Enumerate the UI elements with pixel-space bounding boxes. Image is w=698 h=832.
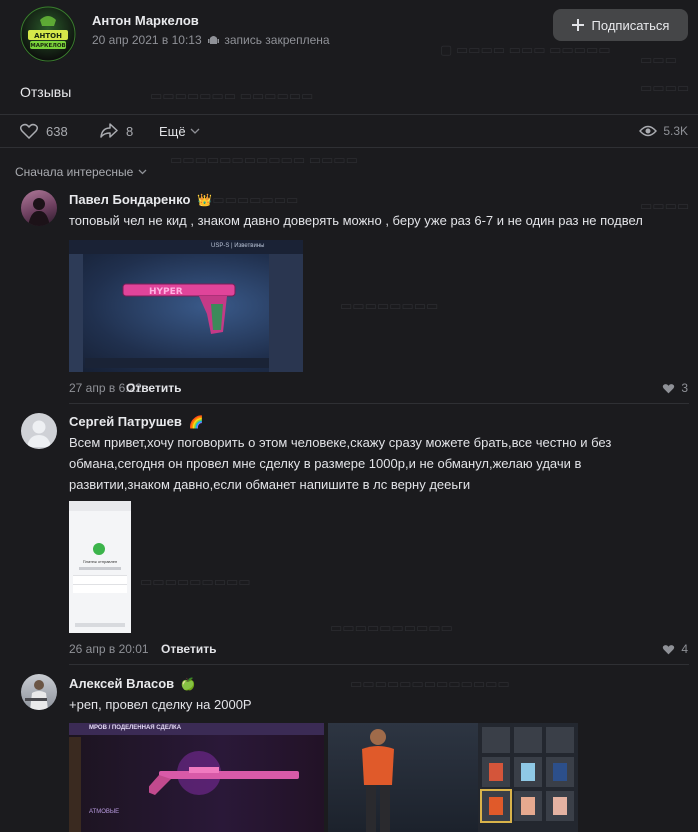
divider xyxy=(0,114,698,115)
logo-icon: АНТОН МАРКЕЛОВ xyxy=(20,6,76,62)
crown-emoji: 👑 xyxy=(197,193,212,207)
comment-text: топовый чел не кид , знаком давно доверя… xyxy=(69,213,643,228)
comment-avatar[interactable] xyxy=(21,190,57,226)
divider xyxy=(69,403,689,404)
like-count: 638 xyxy=(46,123,68,139)
person-photo xyxy=(25,680,48,710)
ghost-text: ▭▭▭▭▭▭▭▭▭▭▭▭▭ xyxy=(350,676,510,691)
rifle-skin-image xyxy=(149,751,299,795)
image-side-label: АТМОВЫЕ xyxy=(89,809,120,815)
subscribe-button[interactable]: Подписаться xyxy=(553,9,688,41)
ghost-text: ▢ ▭▭▭▭ ▭▭▭ ▭▭▭▭▭ xyxy=(440,42,611,57)
more-button[interactable]: Ещё xyxy=(159,122,200,140)
ghost-text: ▭▭▭ xyxy=(640,52,677,67)
author-avatar[interactable]: АНТОН МАРКЕЛОВ xyxy=(20,6,76,62)
rainbow-emoji: 🌈 xyxy=(188,415,204,429)
comment-avatar[interactable] xyxy=(21,674,57,710)
image-header: МРОВ / ПОДЕЛЕННАЯ СДЕЛКА xyxy=(89,725,182,731)
views-count: 5.3K xyxy=(663,124,688,138)
chevron-down-icon xyxy=(138,169,147,175)
comments-sort[interactable]: Сначала интересные xyxy=(15,165,147,179)
comment-text: Всем привет,хочу поговорить о этом челов… xyxy=(69,435,612,492)
comment-avatar[interactable] xyxy=(21,413,57,449)
heart-icon xyxy=(663,644,675,654)
comment-author-name: Павел Бондаренко xyxy=(69,192,191,207)
comment-date[interactable]: 26 апр в 20:01 xyxy=(69,642,149,656)
sticker-text: HYPER xyxy=(149,287,183,297)
reply-button[interactable]: Ответить xyxy=(126,381,181,395)
plus-icon xyxy=(571,19,584,31)
comment-author[interactable]: Алексей Власов 🍏 xyxy=(69,676,196,691)
author-name[interactable]: Антон Маркелов xyxy=(92,13,199,28)
views-counter: 5.3K xyxy=(639,122,688,140)
more-label: Ещё xyxy=(159,123,186,139)
sort-label: Сначала интересные xyxy=(15,165,134,179)
post-meta: 20 апр 2021 в 10:13 запись закреплена xyxy=(92,33,330,48)
default-avatar-icon xyxy=(27,420,51,447)
apple-emoji: 🍏 xyxy=(180,677,196,691)
ghost-text: ▭▭▭▭▭▭▭▭ xyxy=(340,298,439,313)
comment-like-button[interactable]: 3 xyxy=(662,381,688,395)
ghost-text: ▭▭▭▭▭▭▭▭ xyxy=(200,192,299,207)
ghost-text: ▭▭▭▭▭▭▭▭▭▭▭ ▭▭▭▭ xyxy=(170,152,358,167)
share-count: 8 xyxy=(126,123,134,139)
pinned-label: запись закреплена xyxy=(224,33,330,47)
reply-button[interactable]: Ответить xyxy=(161,642,216,656)
comment-like-count: 3 xyxy=(681,381,688,395)
comment-author-name: Алексей Власов xyxy=(69,676,175,691)
person-silhouette xyxy=(28,198,50,226)
comment-like-button[interactable]: 4 xyxy=(662,642,688,656)
ghost-text: ▭▭▭▭▭▭▭▭▭ xyxy=(140,574,251,589)
comment-author[interactable]: Сергей Патрушев 🌈 xyxy=(69,414,203,429)
share-icon xyxy=(100,123,118,138)
android-icon xyxy=(207,35,219,44)
comment-image[interactable] xyxy=(328,723,578,832)
svg-text:АНТОН: АНТОН xyxy=(34,32,62,40)
heart-icon xyxy=(663,383,675,393)
subscribe-label: Подписаться xyxy=(591,17,670,33)
share-button[interactable]: 8 xyxy=(100,122,133,140)
eye-icon xyxy=(639,125,658,137)
chevron-down-icon xyxy=(190,128,200,134)
payment-title: Платеж отправлен xyxy=(82,559,118,564)
inventory-grid xyxy=(478,723,578,832)
comment-text: +реп, провел сделку на 2000Р xyxy=(69,697,252,712)
heart-icon xyxy=(20,123,38,139)
ghost-text: ▭▭▭▭▭▭▭▭▭▭ xyxy=(330,620,453,635)
pistol-skin-image: HYPER xyxy=(122,283,236,334)
comment-image[interactable]: МРОВ / ПОДЕЛЕННАЯ СДЕЛКА АТМОВЫЕ xyxy=(69,723,324,832)
comment-image[interactable]: Платеж отправлен xyxy=(69,501,131,633)
character-image xyxy=(362,729,394,832)
image-header: USP-S | Изветвины xyxy=(211,243,265,249)
ghost-text: ▭▭▭▭ xyxy=(640,80,690,95)
comment-author-name: Сергей Патрушев xyxy=(69,414,182,429)
comment-image[interactable]: USP-S | Изветвины HYPER xyxy=(69,240,303,372)
post-text: Отзывы xyxy=(20,84,72,100)
svg-text:МАРКЕЛОВ: МАРКЕЛОВ xyxy=(30,43,65,49)
comment-author[interactable]: Павел Бондаренко 👑 xyxy=(69,192,212,207)
divider xyxy=(0,147,698,148)
ghost-text: ▭▭▭▭▭▭▭ ▭▭▭▭▭▭ xyxy=(150,88,314,103)
comment-like-count: 4 xyxy=(681,642,688,656)
post-date[interactable]: 20 апр 2021 в 10:13 xyxy=(92,33,202,47)
like-button[interactable]: 638 xyxy=(20,122,68,140)
divider xyxy=(69,664,689,665)
